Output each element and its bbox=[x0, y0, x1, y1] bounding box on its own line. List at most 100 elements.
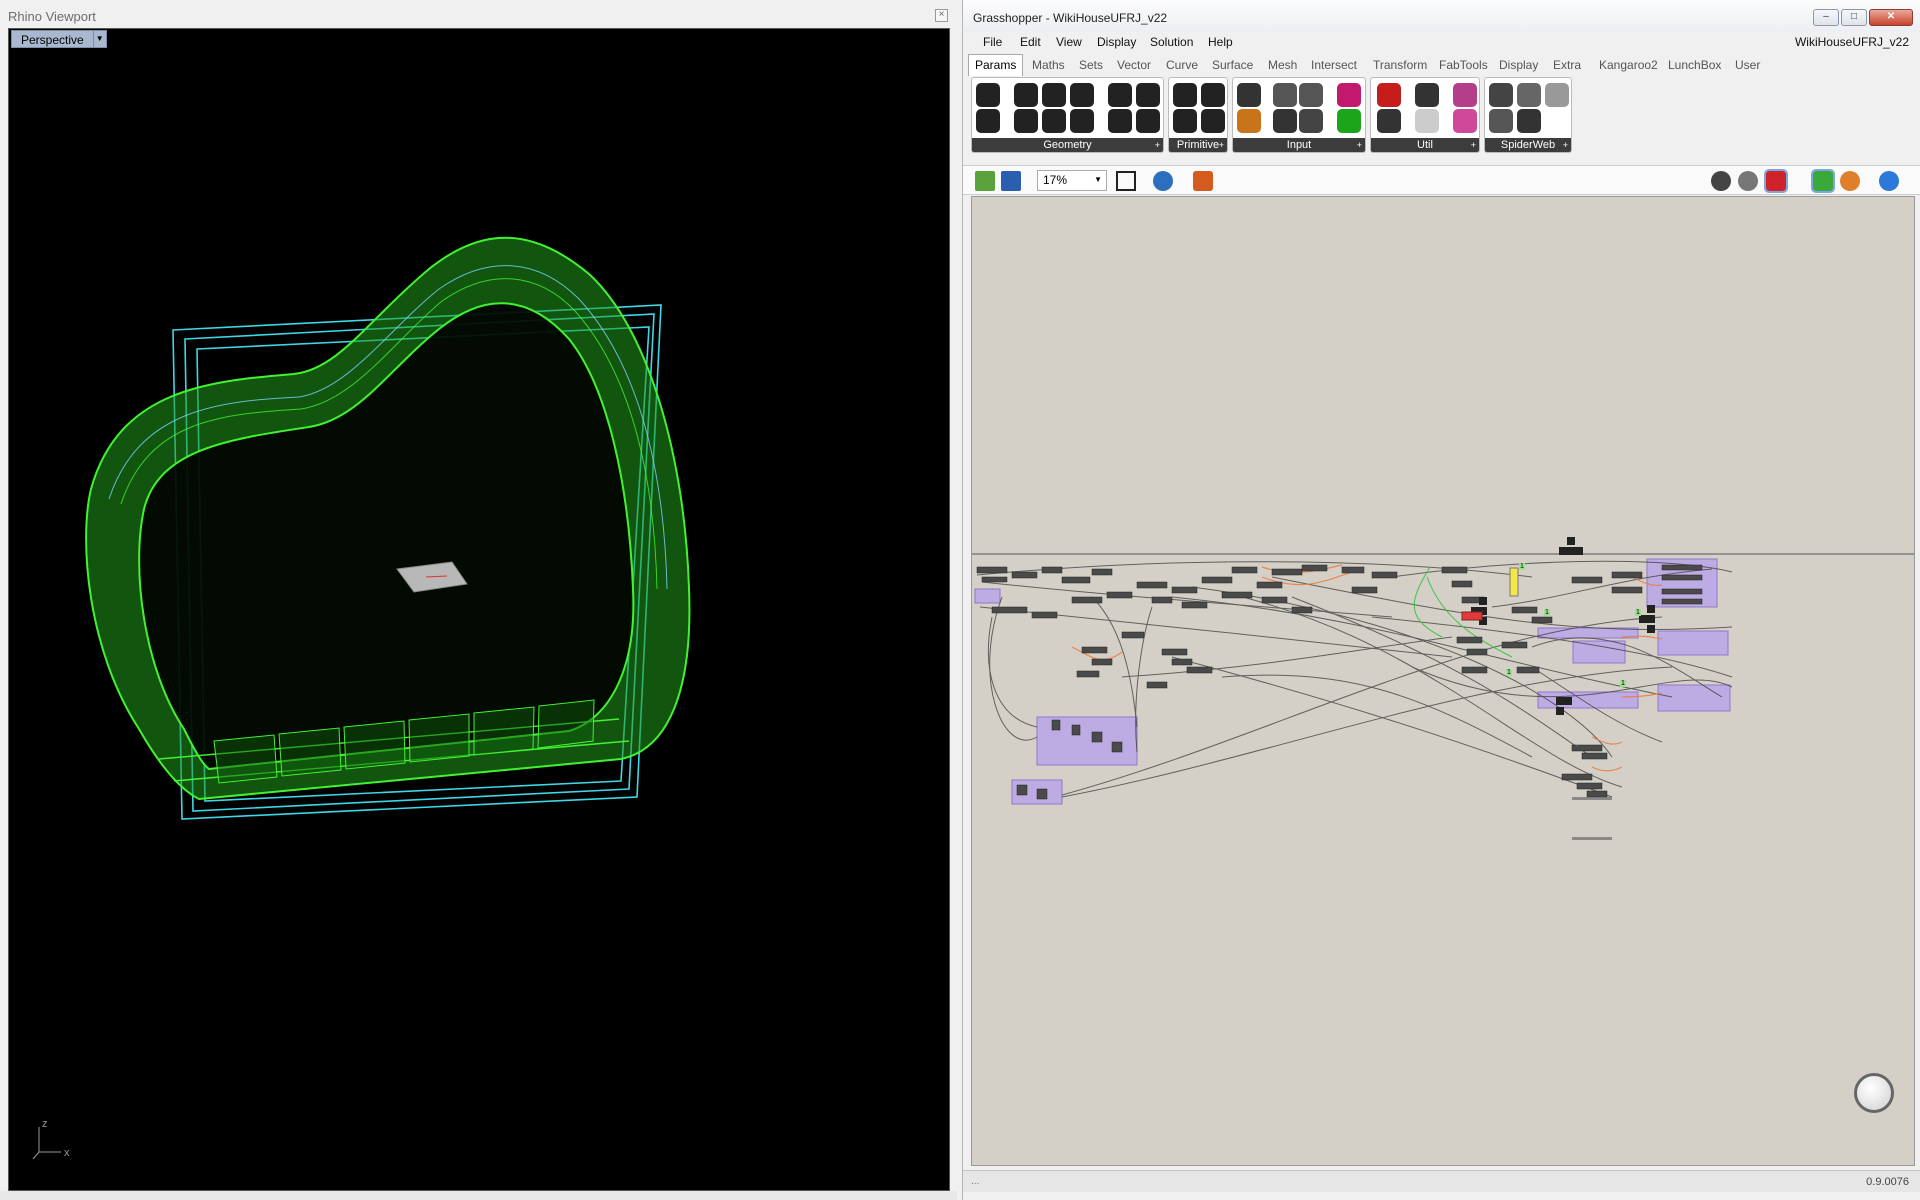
util-jump-icon[interactable] bbox=[1415, 109, 1439, 133]
tab-lunchbox[interactable]: LunchBox bbox=[1668, 58, 1721, 72]
open-file-icon[interactable] bbox=[975, 171, 995, 191]
minimize-button[interactable]: – bbox=[1813, 9, 1839, 26]
param-curve-icon[interactable] bbox=[1042, 83, 1066, 107]
rhino-panel-close-icon[interactable]: × bbox=[935, 9, 948, 22]
close-button[interactable]: ✕ bbox=[1869, 9, 1913, 26]
tab-mesh[interactable]: Mesh bbox=[1268, 58, 1297, 72]
param-field-icon[interactable] bbox=[1136, 83, 1160, 107]
util-data-dam-icon[interactable] bbox=[1453, 83, 1477, 107]
spiderweb-voronoi-icon[interactable] bbox=[1517, 109, 1541, 133]
input-import-icon[interactable] bbox=[1237, 83, 1261, 107]
sketch-pen-icon[interactable] bbox=[1193, 171, 1213, 191]
param-text-icon[interactable] bbox=[1201, 109, 1225, 133]
ribbon-group-label: Input bbox=[1286, 139, 1312, 151]
red-component bbox=[1461, 611, 1483, 621]
spiderweb-grid-icon[interactable] bbox=[1489, 109, 1513, 133]
expand-icon[interactable]: + bbox=[1357, 138, 1362, 152]
tab-fabtools[interactable]: FabTools bbox=[1439, 58, 1488, 72]
param-plane-icon[interactable] bbox=[1042, 109, 1066, 133]
tab-params[interactable]: Params bbox=[968, 54, 1024, 76]
preview-eye-icon[interactable] bbox=[1153, 171, 1173, 191]
menu-file[interactable]: File bbox=[983, 35, 1002, 49]
preview-wireframe-icon[interactable] bbox=[1711, 171, 1731, 191]
menu-display[interactable]: Display bbox=[1097, 35, 1136, 49]
util-cherry-picker-icon[interactable] bbox=[1377, 83, 1401, 107]
window-title: Grasshopper - WikiHouseUFRJ_v22 bbox=[973, 11, 1168, 25]
input-graph-icon[interactable] bbox=[1237, 109, 1261, 133]
tab-user[interactable]: User bbox=[1735, 58, 1760, 72]
spiderweb-graph-icon[interactable] bbox=[1489, 83, 1513, 107]
param-point-icon[interactable] bbox=[976, 109, 1000, 133]
grasshopper-canvas[interactable]: 1 1 1 1 1 bbox=[971, 196, 1915, 1166]
spiderweb-path-icon[interactable] bbox=[1545, 83, 1569, 107]
param-integer-icon[interactable] bbox=[1173, 109, 1197, 133]
preview-mesh-icon[interactable] bbox=[1811, 169, 1835, 193]
param-box-icon[interactable] bbox=[1070, 109, 1094, 133]
rhino-panel-title: Rhino Viewport bbox=[8, 9, 96, 24]
menu-help[interactable]: Help bbox=[1208, 35, 1233, 49]
input-panel-icon[interactable] bbox=[1273, 83, 1297, 107]
canvas-badge: 1 bbox=[1635, 609, 1641, 616]
tab-extra[interactable]: Extra bbox=[1553, 58, 1581, 72]
preview-selected-icon[interactable] bbox=[1764, 169, 1788, 193]
component-ribbon: Geometry + Primitive + Input + Util + Sp… bbox=[969, 77, 1915, 157]
util-relay-icon[interactable] bbox=[1415, 83, 1439, 107]
preview-settings-icon[interactable] bbox=[1879, 171, 1899, 191]
canvas-badge: 1 bbox=[1620, 680, 1626, 687]
tab-maths[interactable]: Maths bbox=[1032, 58, 1065, 72]
grasshopper-titlebar[interactable]: Grasshopper - WikiHouseUFRJ_v22 – □ ✕ bbox=[963, 0, 1920, 32]
param-boolean-icon[interactable] bbox=[1173, 83, 1197, 107]
status-left-text: ... bbox=[971, 1176, 980, 1187]
zoom-select[interactable]: 17% ▼ bbox=[1037, 170, 1107, 191]
ribbon-group-label: SpiderWeb bbox=[1500, 139, 1556, 151]
document-name[interactable]: WikiHouseUFRJ_v22 bbox=[1795, 35, 1909, 49]
ribbon-group-label: Primitive bbox=[1176, 139, 1220, 151]
tab-surface[interactable]: Surface bbox=[1212, 58, 1253, 72]
maximize-button[interactable]: □ bbox=[1841, 9, 1867, 26]
param-number-icon[interactable] bbox=[1201, 83, 1225, 107]
tab-sets[interactable]: Sets bbox=[1079, 58, 1103, 72]
preview-shaded-icon[interactable] bbox=[1738, 171, 1758, 191]
canvas-navigation-compass-icon[interactable] bbox=[1854, 1073, 1894, 1113]
grasshopper-window: Grasshopper - WikiHouseUFRJ_v22 – □ ✕ Fi… bbox=[962, 0, 1920, 1200]
param-line-icon[interactable] bbox=[1014, 109, 1038, 133]
input-toggle-icon[interactable] bbox=[1273, 109, 1297, 133]
ribbon-group-label: Geometry bbox=[1043, 139, 1092, 151]
version-label: 0.9.0076 bbox=[1866, 1176, 1909, 1188]
input-slider-icon[interactable] bbox=[1299, 83, 1323, 107]
document-preview-icon[interactable] bbox=[1840, 171, 1860, 191]
zoom-extents-icon[interactable] bbox=[1116, 171, 1136, 191]
axis-z-label: z bbox=[42, 1118, 48, 1130]
tab-transform[interactable]: Transform bbox=[1373, 58, 1427, 72]
param-circle-icon[interactable] bbox=[1014, 83, 1038, 107]
param-brep-icon[interactable] bbox=[1108, 83, 1132, 107]
param-group-icon[interactable] bbox=[1136, 109, 1160, 133]
tab-intersect[interactable]: Intersect bbox=[1311, 58, 1357, 72]
tab-kangaroo2[interactable]: Kangaroo2 bbox=[1599, 58, 1658, 72]
expand-icon[interactable]: + bbox=[1219, 138, 1224, 152]
expand-icon[interactable]: + bbox=[1471, 138, 1476, 152]
param-mesh-icon[interactable] bbox=[1108, 109, 1132, 133]
expand-icon[interactable]: + bbox=[1563, 138, 1568, 152]
input-matrix-icon[interactable] bbox=[1337, 109, 1361, 133]
expand-icon[interactable]: + bbox=[1155, 138, 1160, 152]
tab-display[interactable]: Display bbox=[1499, 58, 1538, 72]
ribbon-group-primitive: Primitive + bbox=[1168, 77, 1228, 153]
perspective-viewport[interactable]: Perspective ▼ z x bbox=[8, 28, 950, 1191]
tab-curve[interactable]: Curve bbox=[1166, 58, 1198, 72]
param-geometry-icon[interactable] bbox=[976, 83, 1000, 107]
param-surface-icon[interactable] bbox=[1070, 83, 1094, 107]
window-controls: – □ ✕ bbox=[1813, 9, 1913, 26]
save-file-icon[interactable] bbox=[1001, 171, 1021, 191]
input-gradient-icon[interactable] bbox=[1337, 83, 1361, 107]
spiderweb-nodes-icon[interactable] bbox=[1517, 83, 1541, 107]
status-bar: ... 0.9.0076 bbox=[963, 1170, 1920, 1192]
zoom-dropdown-icon[interactable]: ▼ bbox=[1094, 175, 1102, 184]
util-tree-icon[interactable] bbox=[1377, 109, 1401, 133]
tab-vector[interactable]: Vector bbox=[1117, 58, 1151, 72]
util-flask-icon[interactable] bbox=[1453, 109, 1477, 133]
menu-edit[interactable]: Edit bbox=[1020, 35, 1041, 49]
menu-view[interactable]: View bbox=[1056, 35, 1082, 49]
input-list-icon[interactable] bbox=[1299, 109, 1323, 133]
menu-solution[interactable]: Solution bbox=[1150, 35, 1193, 49]
